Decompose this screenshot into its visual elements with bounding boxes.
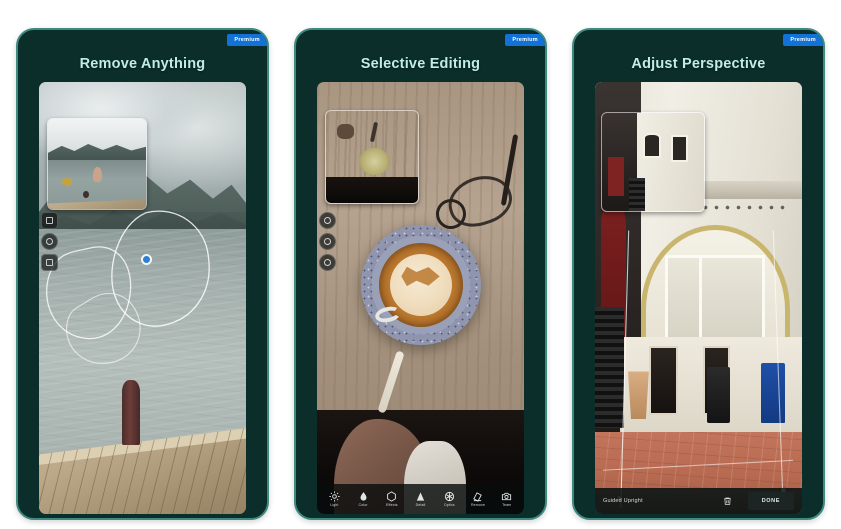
sun-icon <box>328 491 340 503</box>
thumb-window-arch <box>642 132 662 159</box>
thumb-object <box>337 123 354 139</box>
brush-tool-button[interactable] <box>41 211 58 229</box>
triangle-icon <box>415 491 427 503</box>
thumb-stairs <box>628 177 645 211</box>
feature-card-adjust-perspective: Premium Adjust Perspective Guided Uprigh… <box>572 28 825 520</box>
tool-rail-remove <box>41 211 58 271</box>
photo-bin-blue <box>760 362 786 424</box>
thumb-shadow <box>326 177 418 203</box>
toolbar-label: Light <box>330 502 339 507</box>
photo-bin-dark <box>706 367 730 424</box>
photo-crema <box>389 254 452 317</box>
toolbar-item-detail[interactable]: Detail <box>406 491 435 508</box>
toolbar-item-team[interactable]: Team <box>492 491 521 508</box>
thumb-door <box>608 157 625 197</box>
premium-badge[interactable]: Premium <box>783 34 823 46</box>
tool-rail-control-points <box>319 211 336 271</box>
droplet-icon <box>357 491 369 503</box>
thumb-window <box>671 134 688 162</box>
page-title: Adjust Perspective <box>631 56 766 72</box>
photo-stairs <box>595 306 624 428</box>
feature-card-remove-anything: Premium Remove Anything <box>16 28 269 520</box>
toolbar-item-remove[interactable]: Remove <box>464 491 493 508</box>
control-point-button-1[interactable] <box>319 211 336 229</box>
square-icon <box>46 258 53 266</box>
editing-toolbar: Light Color Effects Detail Optics Remove… <box>317 484 524 514</box>
before-thumbnail[interactable] <box>47 118 147 210</box>
aperture-icon <box>443 491 455 503</box>
eraser-icon <box>472 491 484 503</box>
screenshot-stage: Premium Remove Anything Premium Selectiv… <box>0 0 841 529</box>
feature-card-selective-editing: Premium Selective Editing Light Color Ef… <box>294 28 547 520</box>
toolbar-label: Color <box>358 502 368 507</box>
toolbar-label: Team <box>502 502 512 507</box>
circle-icon <box>324 237 331 245</box>
toolbar-label: Effects <box>385 502 398 507</box>
premium-badge[interactable]: Premium <box>227 34 267 46</box>
brush-cursor-icon[interactable] <box>143 255 151 263</box>
before-thumbnail[interactable] <box>601 112 705 212</box>
before-thumbnail[interactable] <box>325 110 419 204</box>
phone-screen-remove-anything[interactable] <box>39 82 246 514</box>
mode-label: Guided Upright <box>603 498 643 504</box>
photo-bollard <box>121 380 141 445</box>
toolbar-item-optics[interactable]: Optics <box>435 491 464 508</box>
hexagon-icon <box>386 491 398 503</box>
toolbar-label: Remove <box>470 502 485 507</box>
phone-screen-adjust-perspective[interactable]: Guided Upright DONE <box>595 82 802 514</box>
toolbar-item-light[interactable]: Light <box>320 491 349 508</box>
page-title: Remove Anything <box>79 56 206 72</box>
photo-ground-window-left <box>648 345 678 415</box>
circle-icon <box>324 258 331 266</box>
eraser-tool-button[interactable] <box>41 253 58 271</box>
control-point-button-3[interactable] <box>319 253 336 271</box>
toolbar-label: Optics <box>443 502 455 507</box>
toolbar-item-color[interactable]: Color <box>349 491 378 508</box>
done-button[interactable]: DONE <box>747 492 794 510</box>
control-point-button-2[interactable] <box>319 232 336 250</box>
premium-badge[interactable]: Premium <box>505 34 545 46</box>
circle-icon <box>46 237 53 245</box>
page-title: Selective Editing <box>360 56 481 72</box>
circle-icon <box>324 216 331 224</box>
thumb-person-main <box>93 166 102 182</box>
square-icon <box>46 216 53 224</box>
toolbar-label: Detail <box>415 502 426 507</box>
camera-icon <box>501 491 513 503</box>
perspective-bottom-bar: Guided Upright DONE <box>595 488 802 514</box>
phone-screen-selective-editing[interactable]: Light Color Effects Detail Optics Remove… <box>317 82 524 514</box>
toolbar-item-effects[interactable]: Effects <box>377 491 406 508</box>
lasso-tool-button[interactable] <box>41 232 58 250</box>
trash-icon[interactable] <box>722 495 734 507</box>
